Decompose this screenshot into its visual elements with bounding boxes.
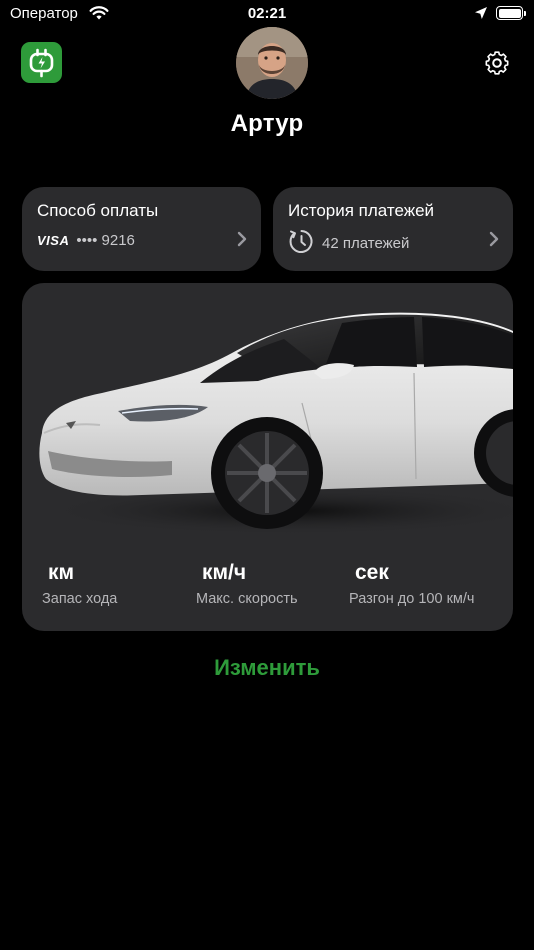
spec-acceleration: сек Разгон до 100 км/ч <box>349 561 474 607</box>
history-clock-icon <box>289 230 313 253</box>
battery-icon <box>496 6 526 20</box>
avatar[interactable] <box>236 27 308 99</box>
clock: 02:21 <box>247 5 287 22</box>
payment-method-details: VISA •••• 9216 <box>37 232 135 249</box>
chevron-right-icon <box>489 231 499 247</box>
payment-history-title: История платежей <box>288 201 435 220</box>
user-name: Артур <box>230 110 304 137</box>
spec-top-speed: км/ч Макс. скорость <box>196 561 298 607</box>
settings-gear-icon[interactable] <box>483 49 511 77</box>
app-logo-icon[interactable] <box>21 42 62 83</box>
chevron-right-icon <box>237 231 247 247</box>
spec-acceleration-label: Разгон до 100 км/ч <box>349 591 475 607</box>
status-bar: Оператор 02:21 <box>0 0 534 30</box>
payment-history-card[interactable]: История платежей 42 платежей <box>273 187 513 271</box>
spec-top-speed-label: Макс. скорость <box>196 591 298 607</box>
spec-top-speed-unit: км/ч <box>202 561 247 584</box>
payment-count: 42 платежей <box>322 235 410 252</box>
spec-range: км Запас хода <box>42 561 117 607</box>
edit-button[interactable]: Изменить <box>0 655 534 681</box>
visa-logo-icon: VISA <box>37 233 70 248</box>
vehicle-card[interactable]: км Запас хода км/ч Макс. скорость сек Ра… <box>22 283 513 631</box>
spec-range-label: Запас хода <box>42 591 118 607</box>
card-number-mask: •••• 9216 <box>76 232 135 249</box>
payment-method-title: Способ оплаты <box>37 201 159 220</box>
payment-method-card[interactable]: Способ оплаты VISA •••• 9216 <box>22 187 261 271</box>
car-image <box>39 312 513 535</box>
location-arrow-icon <box>475 7 487 19</box>
spec-range-unit: км <box>48 561 75 584</box>
spec-acceleration-unit: сек <box>355 561 389 584</box>
payment-history-details: 42 платежей <box>288 230 410 255</box>
